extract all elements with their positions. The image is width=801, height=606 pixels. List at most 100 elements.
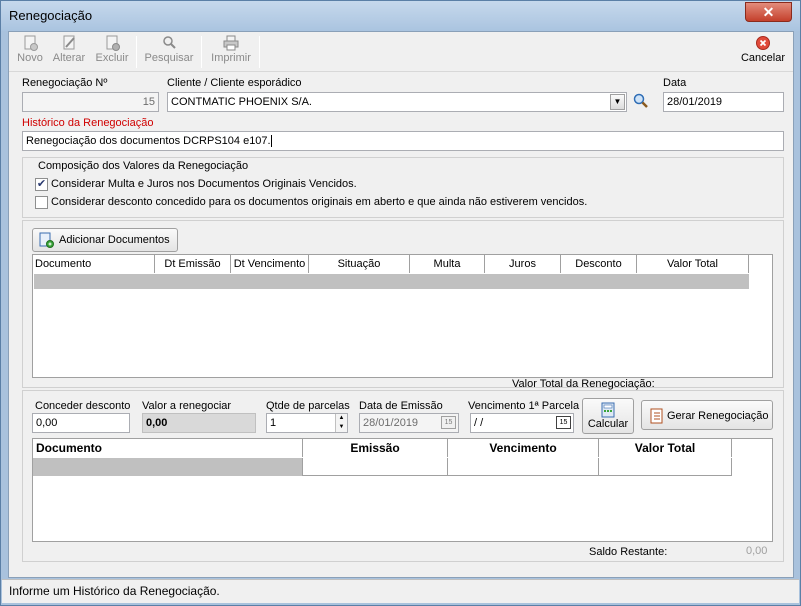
data-emissao-field: 28/01/2019 15 <box>359 413 459 433</box>
vencimento-parcela-label: Vencimento 1ª Parcela <box>468 400 580 412</box>
col-situacao[interactable]: Situação <box>309 255 410 273</box>
calcular-label: Calcular <box>587 418 629 430</box>
cliente-value: CONTMATIC PHOENIX S/A. <box>171 96 312 108</box>
pesquisar-button[interactable]: Pesquisar <box>143 35 195 69</box>
new-document-icon <box>24 35 38 51</box>
status-bar: Informe um Histórico da Renegociação. <box>2 579 799 603</box>
renegociacao-window: Renegociação ✕ Novo Alterar Excluir Pesq… <box>0 0 801 606</box>
renegociacao-number-label: Renegociação Nº <box>22 77 108 89</box>
chevron-up-icon: ▲ <box>338 415 345 421</box>
document-list-icon <box>650 408 663 424</box>
col-vencimento[interactable]: Vencimento <box>448 439 599 457</box>
chevron-down-icon: ▼ <box>338 424 345 430</box>
valor-renegociar-label: Valor a renegociar <box>142 400 232 412</box>
form-body: Novo Alterar Excluir Pesquisar Imprimir <box>8 31 794 578</box>
composicao-title: Composição dos Valores da Renegociação <box>36 160 251 172</box>
col-desconto[interactable]: Desconto <box>561 255 637 273</box>
spin-down-button[interactable]: ▼ <box>335 423 347 432</box>
valor-renegociar-field: 0,00 <box>142 413 256 433</box>
historico-value: Renegociação dos documentos DCRPS104 e10… <box>26 135 271 147</box>
status-message: Informe um Histórico da Renegociação. <box>9 584 220 598</box>
col-documento[interactable]: Documento <box>33 439 303 457</box>
table-cell[interactable] <box>448 458 599 476</box>
data-emissao-label: Data de Emissão <box>359 400 443 412</box>
historico-field[interactable]: Renegociação dos documentos DCRPS104 e10… <box>22 131 784 151</box>
pesquisar-label: Pesquisar <box>144 52 194 64</box>
desconto-checkbox[interactable] <box>35 196 48 209</box>
col-multa[interactable]: Multa <box>410 255 485 273</box>
search-icon <box>163 36 176 49</box>
multa-juros-checkbox[interactable]: ✔ <box>35 178 48 191</box>
calendar-icon: 15 <box>441 416 456 429</box>
saldo-restante-value: 0,00 <box>746 545 768 557</box>
col-valor-total[interactable]: Valor Total <box>599 439 732 457</box>
data-emissao-value: 28/01/2019 <box>363 417 419 429</box>
printer-icon <box>223 35 239 51</box>
excluir-label: Excluir <box>95 52 129 64</box>
table-cell[interactable] <box>599 458 732 476</box>
documentos-grid[interactable]: Documento Dt Emissão Dt Vencimento Situa… <box>32 254 773 378</box>
title-bar[interactable]: Renegociação ✕ <box>1 1 800 31</box>
table-row[interactable] <box>33 458 732 476</box>
window-close-button[interactable]: ✕ <box>745 2 792 22</box>
multa-juros-label: Considerar Multa e Juros nos Documentos … <box>51 178 357 190</box>
saldo-restante-label: Saldo Restante: <box>589 546 668 558</box>
cancelar-label: Cancelar <box>740 52 786 64</box>
calculator-icon <box>601 402 615 418</box>
text-cursor <box>270 135 272 148</box>
adicionar-documentos-button[interactable]: Adicionar Documentos <box>32 228 178 252</box>
parcelas-grid[interactable]: Documento Emissão Vencimento Valor Total <box>32 438 773 542</box>
col-documento[interactable]: Documento <box>33 255 155 273</box>
checkmark-icon: ✔ <box>36 178 47 190</box>
excluir-button[interactable]: Excluir <box>93 35 131 69</box>
novo-button[interactable]: Novo <box>12 35 48 69</box>
delete-document-icon <box>106 35 120 51</box>
valor-total-renegociacao-label: Valor Total da Renegociação: <box>512 378 655 390</box>
calendar-icon[interactable]: 15 <box>556 416 571 429</box>
documentos-grid-header: Documento Dt Emissão Dt Vencimento Situa… <box>33 255 749 273</box>
table-row[interactable] <box>34 274 749 289</box>
col-emissao[interactable]: Emissão <box>303 439 448 457</box>
cliente-dropdown-button[interactable]: ▼ <box>610 94 625 110</box>
add-document-icon <box>39 232 54 248</box>
imprimir-button[interactable]: Imprimir <box>208 35 254 69</box>
toolbar: Novo Alterar Excluir Pesquisar Imprimir <box>9 32 793 72</box>
renegociacao-number-field[interactable]: 15 <box>22 92 159 112</box>
conceder-desconto-label: Conceder desconto <box>35 400 131 412</box>
chevron-down-icon: ▼ <box>613 97 622 106</box>
qtde-parcelas-field[interactable]: 1 ▲ ▼ <box>266 413 348 433</box>
historico-label: Histórico da Renegociação <box>22 117 154 129</box>
spin-up-button[interactable]: ▲ <box>335 414 347 423</box>
search-icon <box>633 93 648 108</box>
alterar-label: Alterar <box>52 52 86 64</box>
qtde-parcelas-value: 1 <box>270 417 277 429</box>
window-title: Renegociação <box>9 8 93 23</box>
col-valor-total[interactable]: Valor Total <box>637 255 749 273</box>
calcular-button[interactable]: Calcular <box>582 398 634 434</box>
vencimento-parcela-field[interactable]: / / 15 <box>470 413 574 433</box>
gerar-renegociacao-button[interactable]: Gerar Renegociação <box>641 400 773 430</box>
toolbar-separator <box>259 36 260 68</box>
cliente-label: Cliente / Cliente esporádico <box>167 77 302 89</box>
table-cell[interactable] <box>33 458 303 476</box>
cliente-select[interactable]: CONTMATIC PHOENIX S/A. <box>167 92 627 112</box>
toolbar-separator <box>201 36 202 68</box>
vencimento-parcela-value: / / <box>474 417 484 429</box>
data-field[interactable]: 28/01/2019 <box>663 92 784 112</box>
adicionar-documentos-label: Adicionar Documentos <box>59 234 170 246</box>
novo-label: Novo <box>17 52 43 64</box>
qtde-parcelas-label: Qtde de parcelas <box>266 400 350 412</box>
desconto-checkbox-label: Considerar desconto concedido para os do… <box>51 196 588 208</box>
col-juros[interactable]: Juros <box>485 255 561 273</box>
col-dt-emissao[interactable]: Dt Emissão <box>155 255 231 273</box>
data-label: Data <box>663 77 687 89</box>
conceder-desconto-field[interactable]: 0,00 <box>32 413 130 433</box>
cancelar-button[interactable]: Cancelar <box>738 35 788 69</box>
cliente-search-button[interactable] <box>632 92 650 110</box>
table-cell[interactable] <box>303 458 448 476</box>
col-dt-vencimento[interactable]: Dt Vencimento <box>231 255 309 273</box>
gerar-renegociacao-label: Gerar Renegociação <box>667 410 769 422</box>
alterar-button[interactable]: Alterar <box>50 35 88 69</box>
toolbar-separator <box>136 36 137 68</box>
imprimir-label: Imprimir <box>211 52 251 64</box>
